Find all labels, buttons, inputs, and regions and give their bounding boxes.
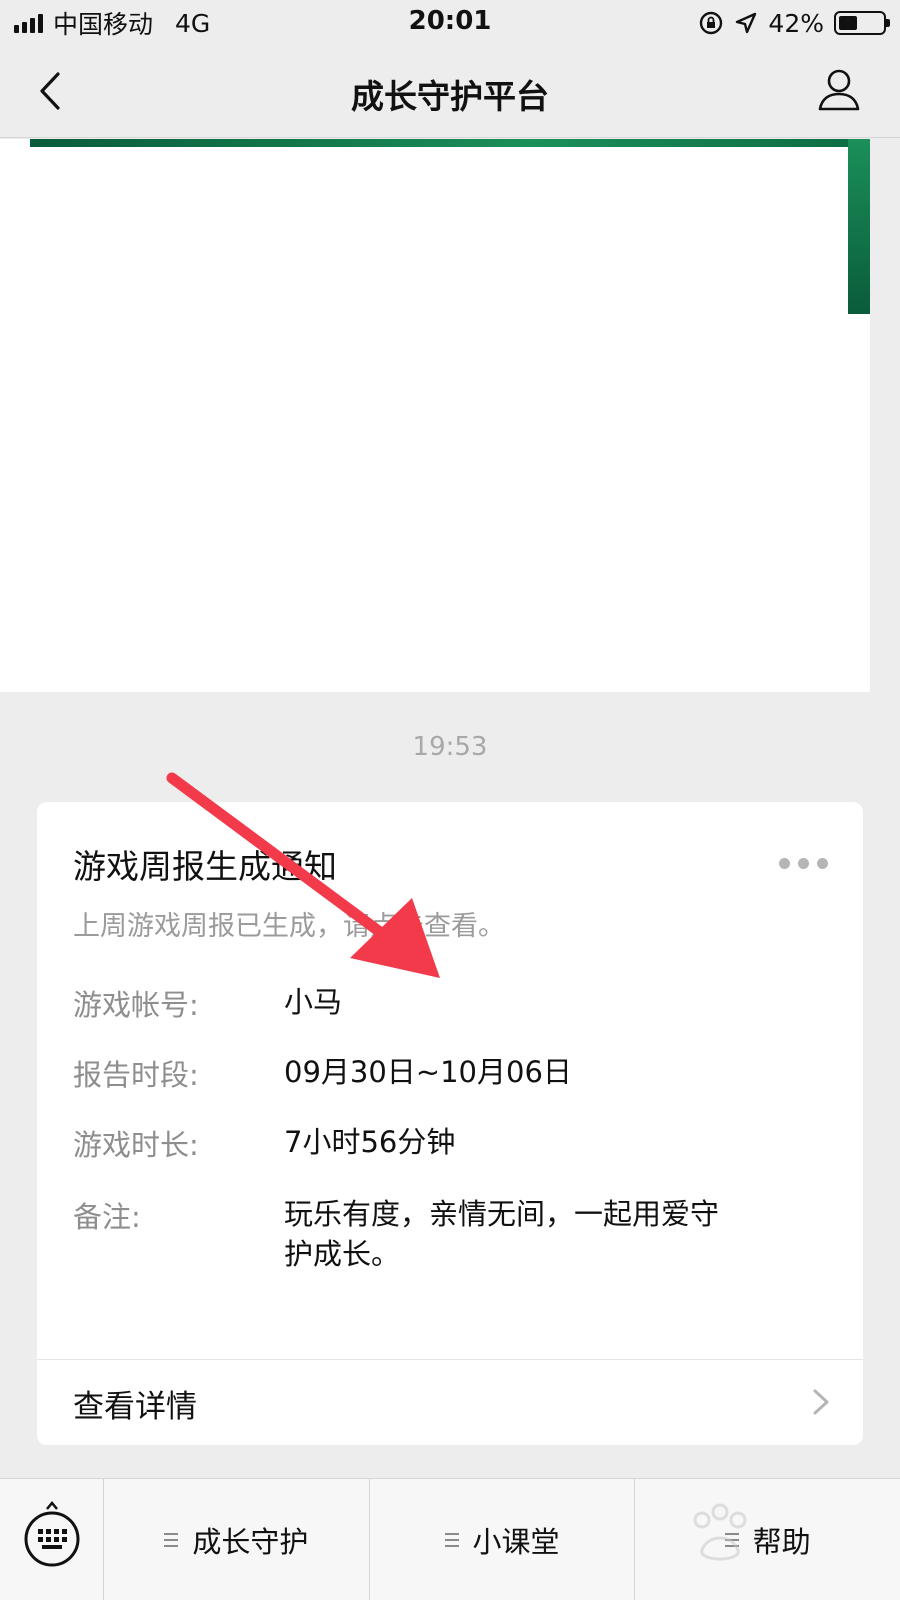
banner-side <box>848 139 870 314</box>
field-duration: 游戏时长: 7小时56分钟 <box>73 1122 833 1164</box>
field-label: 游戏时长: <box>73 1128 199 1162</box>
field-label: 游戏帐号: <box>73 988 199 1022</box>
battery-percent: 42% <box>768 8 824 38</box>
message-time: 19:53 <box>412 732 488 762</box>
status-right: 42% <box>698 8 890 38</box>
field-label: 备注: <box>73 1200 141 1234</box>
menu-icon <box>444 1533 459 1547</box>
menu-icon <box>724 1533 739 1547</box>
card-subtitle: 上周游戏周报已生成，请点击查看。 <box>73 911 505 942</box>
view-details-label: 查看详情 <box>73 1389 197 1425</box>
menu-label: 小课堂 <box>472 1525 560 1559</box>
field-label: 报告时段: <box>73 1058 199 1092</box>
field-account: 游戏帐号: 小马 <box>73 982 833 1024</box>
orientation-lock-icon <box>700 11 723 35</box>
field-value: 小马 <box>284 985 343 1019</box>
battery-icon <box>834 11 890 35</box>
card-title: 游戏周报生成通知 <box>73 847 337 886</box>
chevron-right-icon <box>813 1389 829 1415</box>
menu-label: 帮助 <box>752 1525 811 1559</box>
field-value: 玩乐有度，亲情无间，一起用爱守护成长。 <box>284 1197 720 1271</box>
keyboard-toggle-button[interactable] <box>0 1479 104 1600</box>
field-value: 09月30日~10月06日 <box>284 1055 572 1089</box>
menu-icon <box>164 1533 179 1547</box>
keyboard-icon <box>24 1501 80 1567</box>
battery-fill <box>839 16 857 30</box>
view-details-link[interactable]: 查看详情 <box>37 1359 863 1445</box>
person-icon[interactable] <box>814 64 864 114</box>
weekly-report-card[interactable]: 游戏周报生成通知 上周游戏周报已生成，请点击查看。 游戏帐号: 小马 报告时段:… <box>37 802 863 1445</box>
more-icon[interactable] <box>779 858 829 872</box>
menu-label: 成长守护 <box>192 1525 309 1559</box>
field-period: 报告时段: 09月30日~10月06日 <box>73 1052 833 1094</box>
menu-growth-guard[interactable]: 成长守护 <box>104 1479 370 1600</box>
location-icon <box>736 12 757 34</box>
page-title: 成长守护平台 <box>351 77 549 116</box>
menu-classroom[interactable]: 小课堂 <box>370 1479 636 1600</box>
menu-help[interactable]: 帮助 <box>635 1479 900 1600</box>
field-value: 7小时56分钟 <box>284 1125 456 1159</box>
nav-bar: 成长守护平台 <box>0 46 900 138</box>
banner-edge <box>30 139 870 147</box>
image-message[interactable] <box>0 139 870 692</box>
status-bar: 中国移动 4G 20:01 42% <box>0 0 900 46</box>
field-remark: 备注: 玩乐有度，亲情无间，一起用爱守护成长。 <box>73 1194 833 1274</box>
bottom-menu: 成长守护 小课堂 帮助 <box>0 1478 900 1600</box>
